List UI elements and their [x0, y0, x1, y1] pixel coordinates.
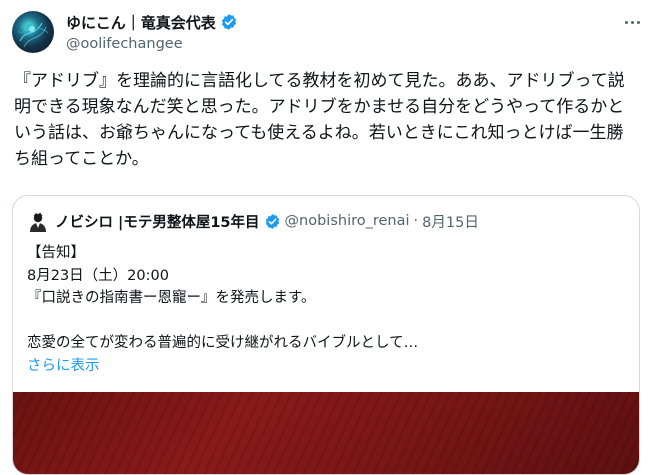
quoted-display-name[interactable]: ノビシロ |モテ男整体屋15年目 [55, 211, 260, 232]
quoted-line: 『口説きの指南書ー恩寵ー』を発売します。 [27, 290, 316, 306]
verified-badge-icon [265, 213, 279, 229]
quoted-text: 【告知】 8月23日（土）20:00 『口説きの指南書ー恩寵ー』を発売します。 … [27, 242, 627, 377]
quoted-tweet[interactable]: ノビシロ |モテ男整体屋15年目 @nobishiro_renai · 8月15… [12, 195, 640, 475]
author-avatar[interactable] [12, 11, 54, 53]
quoted-separator: · [413, 213, 419, 229]
quoted-line: 【告知】 [27, 245, 85, 261]
show-more-link[interactable]: さらに表示 [27, 355, 627, 378]
quoted-line [27, 310, 627, 333]
tweet-text: 『アドリブ』を理論的に言語化してる教材を初めて見た。ああ、アドリブって説明できる… [14, 71, 625, 169]
more-options-icon[interactable] [622, 12, 642, 32]
quoted-handle[interactable]: @nobishiro_renai [285, 213, 410, 229]
author-display-name[interactable]: ゆにこん｜竜真会代表 [66, 12, 216, 33]
verified-badge-icon [221, 14, 236, 30]
author-handle[interactable]: @oolifechangee [66, 36, 183, 52]
author-name-row: ゆにこん｜竜真会代表 [66, 12, 238, 32]
quoted-date[interactable]: 8月15日 [422, 211, 479, 232]
quoted-line: 恋愛の全てが変わる普遍的に受け継がれるバイブルとして… [27, 335, 419, 351]
quoted-line: 8月23日（土）20:00 [27, 267, 169, 284]
quoted-header: ノビシロ |モテ男整体屋15年目 @nobishiro_renai · 8月15… [55, 210, 479, 232]
quoted-avatar[interactable] [27, 211, 49, 233]
quoted-media-image[interactable] [13, 392, 639, 474]
